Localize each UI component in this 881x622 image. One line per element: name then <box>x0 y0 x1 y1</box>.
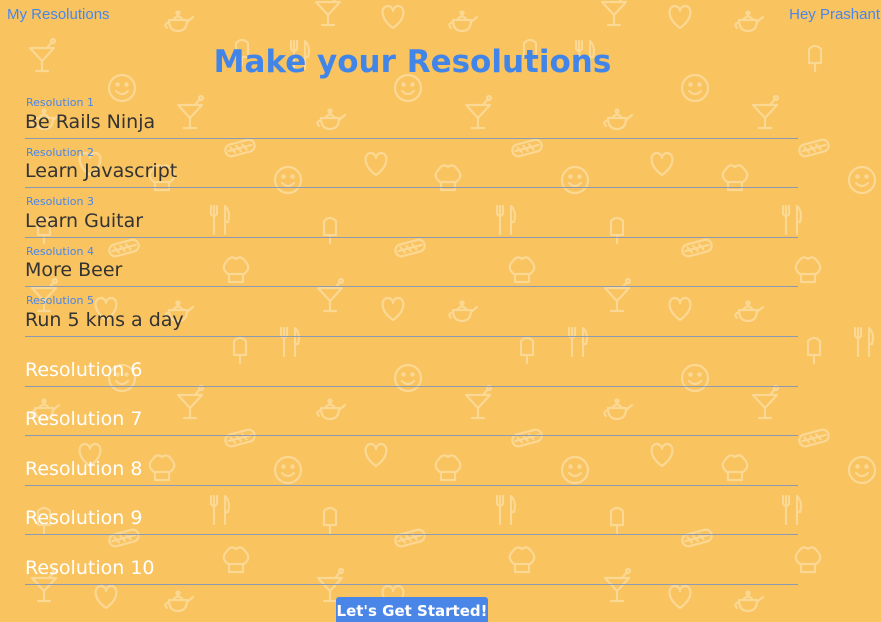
resolution-field-3: Resolution 3 <box>25 188 798 238</box>
hotdog-icon <box>798 428 830 448</box>
resolution-label-3: Resolution 3 <box>26 195 94 209</box>
page-title: Make your Resolutions <box>213 44 612 80</box>
resolution-label-2: Resolution 2 <box>26 145 94 159</box>
resolution-input-5[interactable] <box>25 308 798 331</box>
resolution-field-4: Resolution 4 <box>25 238 798 288</box>
resolution-label-4: Resolution 4 <box>26 244 94 258</box>
resolution-field-1: Resolution 1 <box>25 89 798 139</box>
teapot-icon <box>164 590 195 613</box>
teapot-icon <box>734 10 765 33</box>
resolution-input-1[interactable] <box>25 110 798 133</box>
resolution-input-10[interactable] <box>25 556 798 579</box>
smiley-icon <box>847 455 877 485</box>
hotdog-icon <box>798 138 830 158</box>
resolution-input-8[interactable] <box>25 457 798 480</box>
heart-icon <box>668 4 692 30</box>
resolution-input-2[interactable] <box>25 160 798 183</box>
resolution-field-5: Resolution 5 <box>25 287 798 337</box>
resolution-field-6 <box>25 337 798 387</box>
resolution-input-6[interactable] <box>25 358 798 381</box>
heart-icon <box>94 584 118 610</box>
cocktail-icon <box>314 0 342 27</box>
heart-icon <box>668 584 692 610</box>
fork-knife-icon <box>853 326 875 358</box>
resolution-input-4[interactable] <box>25 259 798 282</box>
resolution-input-3[interactable] <box>25 209 798 232</box>
resolution-field-2: Resolution 2 <box>25 139 798 189</box>
resolution-label-1: Resolution 1 <box>26 96 94 109</box>
resolution-field-7 <box>25 387 798 437</box>
cocktail-icon <box>600 0 628 27</box>
teapot-icon <box>448 10 479 33</box>
resolution-field-10 <box>25 535 798 585</box>
chef-hat-icon <box>794 546 822 574</box>
lets-get-started-button[interactable]: Let's Get Started! <box>336 597 488 622</box>
teapot-icon <box>164 10 195 33</box>
smiley-icon <box>847 165 877 195</box>
resolution-field-8 <box>25 436 798 486</box>
brand-link[interactable]: My Resolutions <box>7 6 110 23</box>
resolution-field-9 <box>25 486 798 536</box>
resolution-input-7[interactable] <box>25 408 798 431</box>
resolution-input-9[interactable] <box>25 507 798 530</box>
heart-icon <box>381 4 405 30</box>
resolutions-form: Resolution 1 Resolution 2 Resolution 3 R… <box>25 89 798 585</box>
user-greeting-link[interactable]: Hey Prashant <box>789 6 880 23</box>
chef-hat-icon <box>794 256 822 284</box>
teapot-icon <box>734 590 765 613</box>
popsicle-icon <box>806 336 822 365</box>
resolution-label-5: Resolution 5 <box>26 294 94 308</box>
